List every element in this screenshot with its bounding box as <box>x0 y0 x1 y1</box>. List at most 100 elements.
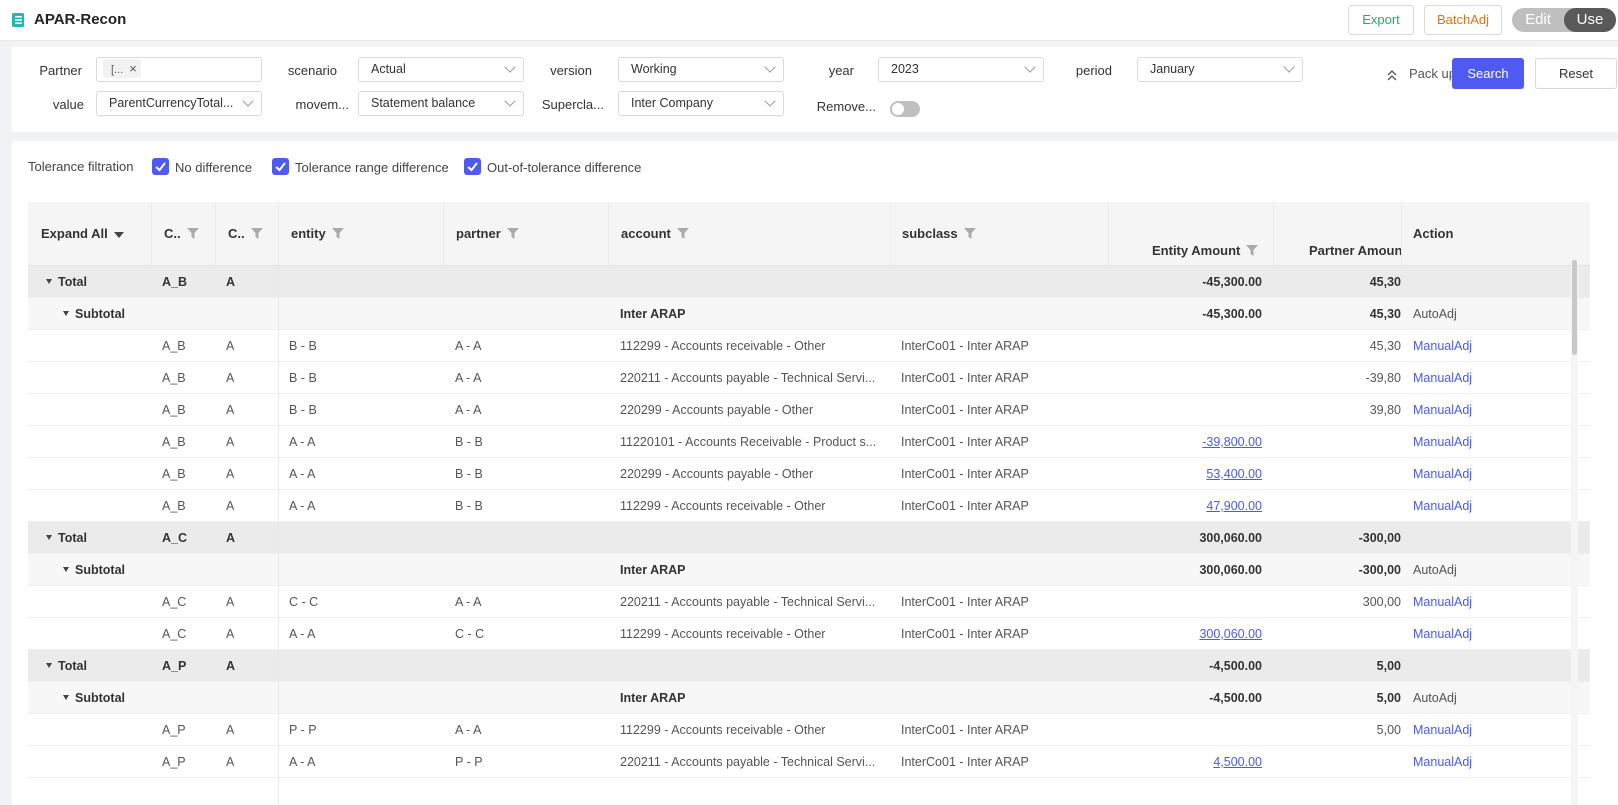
version-select[interactable]: Working <box>618 57 784 82</box>
partner-amount-cell: -300,00 <box>1358 563 1401 577</box>
manual-adj-link[interactable]: ManualAdj <box>1413 458 1513 490</box>
remove-switch[interactable] <box>890 101 920 117</box>
manual-adj-link[interactable]: ManualAdj <box>1413 586 1513 618</box>
movement-label: movem... <box>295 97 349 112</box>
partner-cell: A - A <box>455 339 482 353</box>
entity-cell: A - A <box>289 627 316 641</box>
movement-select[interactable]: Statement balance <box>358 91 524 116</box>
manual-adj-link[interactable]: ManualAdj <box>1413 426 1513 458</box>
table-row: A_B A A - A B - B 220299 - Accounts payable … <box>28 458 1590 490</box>
caret-down-icon <box>46 279 52 284</box>
auto-adj-link[interactable]: AutoAdj <box>1413 554 1513 586</box>
c1-cell: A_B <box>162 403 186 417</box>
expand-toggle[interactable]: Subtotal <box>63 554 163 586</box>
expand-toggle[interactable]: Subtotal <box>63 682 163 714</box>
subclass-cell: InterCo01 - Inter ARAP <box>901 755 1029 769</box>
tolerance-range-checkbox[interactable] <box>272 158 289 175</box>
filter-icon[interactable] <box>331 228 344 239</box>
no-difference-label: No difference <box>175 160 253 175</box>
manual-adj-link[interactable]: ManualAdj <box>1413 618 1513 650</box>
expand-toggle[interactable]: Total <box>46 650 146 682</box>
header-entity[interactable]: entity <box>291 226 344 241</box>
filter-icon[interactable] <box>250 228 263 239</box>
manual-adj-link[interactable]: ManualAdj <box>1413 714 1513 746</box>
total-row: Total A_B A -45,300.00 45,30 <box>28 266 1590 298</box>
use-option[interactable]: Use <box>1564 8 1616 32</box>
entity-amount-cell[interactable]: -39,800.00 <box>1118 426 1262 458</box>
c2-cell: A <box>226 531 236 545</box>
export-button[interactable]: Export <box>1348 5 1414 35</box>
entity-amount-cell[interactable]: 4,500.00 <box>1118 746 1262 778</box>
partner-amount-cell: -300,00 <box>1358 531 1401 545</box>
c1-cell: A_B <box>162 339 186 353</box>
header-c2[interactable]: C.. <box>228 226 263 241</box>
edit-use-toggle[interactable]: Edit Use <box>1512 8 1616 32</box>
header-partner-amount[interactable]: Partner Amoun <box>1309 243 1401 258</box>
batch-adj-button[interactable]: BatchAdj <box>1424 5 1502 35</box>
scenario-select[interactable]: Actual <box>358 57 524 82</box>
entity-cell: B - B <box>289 339 317 353</box>
edit-option[interactable]: Edit <box>1512 8 1564 32</box>
partner-amount-cell: 45,30 <box>1369 275 1401 289</box>
scrollbar-thumb[interactable] <box>1572 260 1577 355</box>
c2-cell: A <box>226 435 235 449</box>
filter-icon[interactable] <box>186 228 199 239</box>
auto-adj-link[interactable]: AutoAdj <box>1413 298 1513 330</box>
no-difference-checkbox[interactable] <box>152 158 169 175</box>
filter-icon[interactable] <box>506 228 519 239</box>
caret-down-icon <box>46 663 52 668</box>
manual-adj-link[interactable]: ManualAdj <box>1413 330 1513 362</box>
superclass-label: Supercla... <box>541 97 604 112</box>
auto-adj-link[interactable]: AutoAdj <box>1413 682 1513 714</box>
manual-adj-link[interactable]: ManualAdj <box>1413 746 1513 778</box>
header-c1[interactable]: C.. <box>164 226 199 241</box>
header-entity-amount[interactable]: Entity Amount <box>1152 243 1259 258</box>
manual-adj-link[interactable]: ManualAdj <box>1413 490 1513 522</box>
c1-cell: A_B <box>162 499 186 513</box>
filter-icon[interactable] <box>676 228 689 239</box>
out-of-tolerance-checkbox[interactable] <box>464 158 481 175</box>
period-select[interactable]: January <box>1137 57 1303 82</box>
partner-select[interactable]: [... × <box>96 57 262 82</box>
subclass-cell: InterCo01 - Inter ARAP <box>901 339 1029 353</box>
partner-cell: A - A <box>455 595 482 609</box>
entity-amount-cell[interactable]: 53,400.00 <box>1118 458 1262 490</box>
header-subclass[interactable]: subclass <box>902 226 976 241</box>
c1-cell: A_B <box>162 435 186 449</box>
entity-amount-cell[interactable]: 300,060.00 <box>1118 618 1262 650</box>
partner-amount-cell <box>1278 458 1401 490</box>
subclass-cell: InterCo01 - Inter ARAP <box>901 435 1029 449</box>
c1-cell: A_B <box>162 467 186 481</box>
value-select[interactable]: ParentCurrencyTotal... <box>96 91 262 116</box>
header-partner[interactable]: partner <box>456 226 519 241</box>
account-cell: 112299 - Accounts receivable - Other <box>620 339 826 353</box>
expand-toggle[interactable]: Total <box>46 522 146 554</box>
entity-amount-cell[interactable]: 47,900.00 <box>1118 490 1262 522</box>
partner-amount-cell <box>1278 618 1401 650</box>
entity-amount-cell: 300,060.00 <box>1199 531 1262 545</box>
pack-up-button[interactable]: Pack up <box>1387 66 1456 81</box>
c1-cell: A_C <box>162 531 188 545</box>
expand-toggle[interactable]: Subtotal <box>63 298 163 330</box>
search-button[interactable]: Search <box>1452 58 1524 89</box>
entity-amount-cell: -4,500.00 <box>1209 691 1262 705</box>
header-account[interactable]: account <box>621 226 689 241</box>
reset-button[interactable]: Reset <box>1535 58 1617 89</box>
entity-cell: A - A <box>289 435 316 449</box>
entity-cell: B - B <box>289 371 317 385</box>
filter-icon[interactable] <box>1246 245 1259 256</box>
year-select[interactable]: 2023 <box>878 57 1044 82</box>
partner-cell: B - B <box>455 467 483 481</box>
manual-adj-link[interactable]: ManualAdj <box>1413 394 1513 426</box>
c2-cell: A <box>226 499 235 513</box>
expand-toggle[interactable]: Total <box>46 266 146 298</box>
c1-cell: A_P <box>162 723 186 737</box>
app-icon <box>12 13 24 27</box>
superclass-select[interactable]: Inter Company <box>618 91 784 116</box>
tag-close-icon[interactable]: × <box>129 61 137 76</box>
manual-adj-link[interactable]: ManualAdj <box>1413 362 1513 394</box>
filter-icon[interactable] <box>963 228 976 239</box>
expand-all-button[interactable]: Expand All <box>41 226 124 241</box>
partner-amount-cell <box>1278 746 1401 778</box>
subtotal-row: Subtotal Inter ARAP 300,060.00 -300,00 AutoA… <box>28 554 1590 586</box>
